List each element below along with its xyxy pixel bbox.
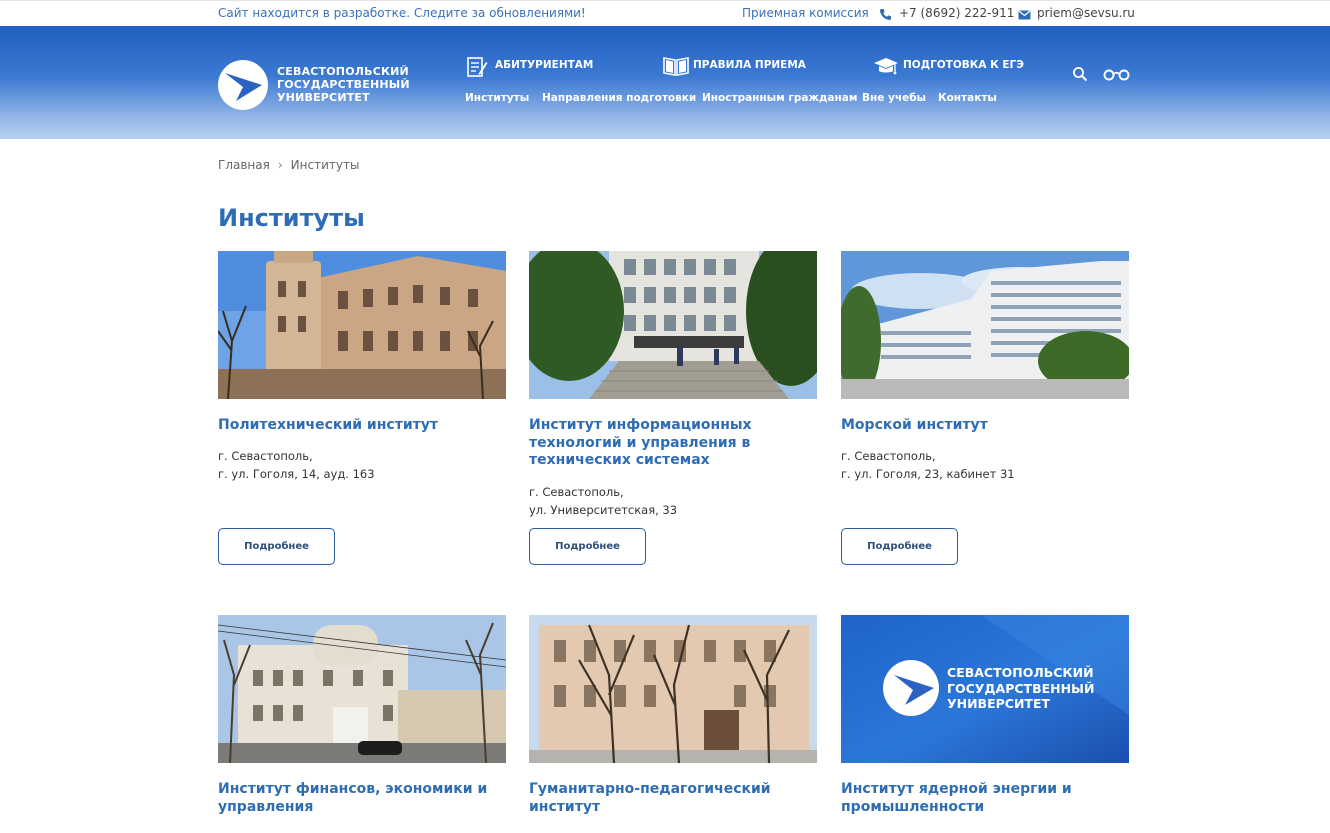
institute-photo[interactable] [218, 615, 506, 763]
institute-photo[interactable] [218, 251, 506, 399]
nav-applicants[interactable]: АБИТУРИЕНТАМ [466, 57, 594, 77]
subnav-institutes[interactable]: Институты [465, 92, 529, 104]
building-photo [529, 251, 817, 399]
nav-applicants-label: АБИТУРИЕНТАМ [495, 59, 594, 71]
site-header: СЕВАСТОПОЛЬСКИЙ ГОСУДАРСТВЕННЫЙ УНИВЕРСИ… [0, 26, 1330, 139]
address-city: г. Севастополь, [529, 485, 624, 499]
card-logo-line: СЕВАСТОПОЛЬСКИЙ [947, 665, 1094, 680]
card-logo-text: СЕВАСТОПОЛЬСКИЙ ГОСУДАРСТВЕННЫЙ УНИВЕРСИ… [947, 665, 1094, 712]
address-street: ул. Университетская, 33 [529, 503, 678, 517]
institute-name[interactable]: Морской институт [841, 417, 1129, 435]
top-bar: Сайт находится в разработке. Следите за … [0, 0, 1330, 27]
nav-admission-rules[interactable]: ПРАВИЛА ПРИЕМА [663, 57, 806, 76]
page-title: Институты [218, 204, 365, 232]
nav-admission-rules-label: ПРАВИЛА ПРИЕМА [693, 59, 806, 71]
phone-icon [880, 9, 891, 20]
card-logo-line: УНИВЕРСИТЕТ [947, 696, 1051, 711]
institute-name[interactable]: Политехнический институт [218, 417, 506, 435]
institute-name[interactable]: Гуманитарно-педагогический институт [529, 781, 817, 816]
subnav-contacts[interactable]: Контакты [938, 92, 997, 104]
logo-line: ГОСУДАРСТВЕННЫЙ [277, 78, 410, 91]
nav-exam-prep-label: ПОДГОТОВКА К ЕГЭ [903, 59, 1024, 71]
mail-icon [1018, 10, 1031, 20]
institute-address: г. Севастополь, г. ул. Гоголя, 14, ауд. … [218, 447, 506, 483]
university-logo[interactable] [218, 60, 268, 110]
university-name[interactable]: СЕВАСТОПОЛЬСКИЙ ГОСУДАРСТВЕННЫЙ УНИВЕРСИ… [277, 65, 427, 104]
logo-line: УНИВЕРСИТЕТ [277, 91, 370, 104]
institute-name[interactable]: Институт информационных технологий и упр… [529, 417, 817, 470]
dev-notice: Сайт находится в разработке. Следите за … [218, 6, 586, 20]
nav-exam-prep[interactable]: ПОДГОТОВКА К ЕГЭ [873, 58, 1024, 75]
institute-address: г. Севастополь, г. ул. Гоголя, 23, кабин… [841, 447, 1129, 483]
logo-line: СЕВАСТОПОЛЬСКИЙ [277, 65, 409, 78]
address-city: г. Севастополь, [841, 449, 936, 463]
details-button[interactable]: Подробнее [529, 528, 646, 565]
breadcrumb-home[interactable]: Главная [218, 158, 270, 172]
phone-number[interactable]: +7 (8692) 222-911 [899, 6, 1014, 20]
institute-name[interactable]: Институт ядерной энергии и промышленност… [841, 781, 1129, 816]
building-photo [218, 251, 506, 399]
building-photo [841, 251, 1129, 399]
search-icon[interactable] [1072, 66, 1088, 82]
subnav-outside-study[interactable]: Вне учебы [862, 92, 926, 104]
building-photo [218, 615, 506, 763]
institute-photo[interactable]: СЕВАСТОПОЛЬСКИЙ ГОСУДАРСТВЕННЫЙ УНИВЕРСИ… [841, 615, 1129, 763]
address-street: г. ул. Гоголя, 23, кабинет 31 [841, 467, 1015, 481]
institute-name[interactable]: Институт финансов, экономики и управлени… [218, 781, 506, 816]
institute-photo[interactable] [529, 615, 817, 763]
admissions-link[interactable]: Приемная комиссия [742, 6, 869, 20]
details-button[interactable]: Подробнее [218, 528, 335, 565]
address-street: г. ул. Гоголя, 14, ауд. 163 [218, 467, 375, 481]
breadcrumb-current: Институты [290, 158, 360, 172]
building-photo [529, 615, 817, 763]
graduation-cap-icon [874, 58, 898, 75]
document-pen-icon [467, 57, 488, 77]
institute-address: г. Севастополь, ул. Университетская, 33 [529, 483, 817, 519]
subnav-programs[interactable]: Направления подготовки [542, 92, 696, 104]
subnav-foreign-citizens[interactable]: Иностранным гражданам [702, 92, 857, 104]
institute-photo[interactable] [841, 251, 1129, 399]
arrow-logo-icon [225, 73, 262, 101]
breadcrumb: Главная › Институты [218, 158, 359, 172]
address-city: г. Севастополь, [218, 449, 313, 463]
details-button[interactable]: Подробнее [841, 528, 958, 565]
card-logo-line: ГОСУДАРСТВЕННЫЙ [947, 680, 1095, 696]
glasses-icon[interactable] [1103, 68, 1130, 81]
institute-photo[interactable] [529, 251, 817, 399]
open-book-icon [663, 57, 689, 76]
email-link[interactable]: priem@sevsu.ru [1037, 6, 1135, 20]
breadcrumb-separator: › [277, 158, 283, 172]
